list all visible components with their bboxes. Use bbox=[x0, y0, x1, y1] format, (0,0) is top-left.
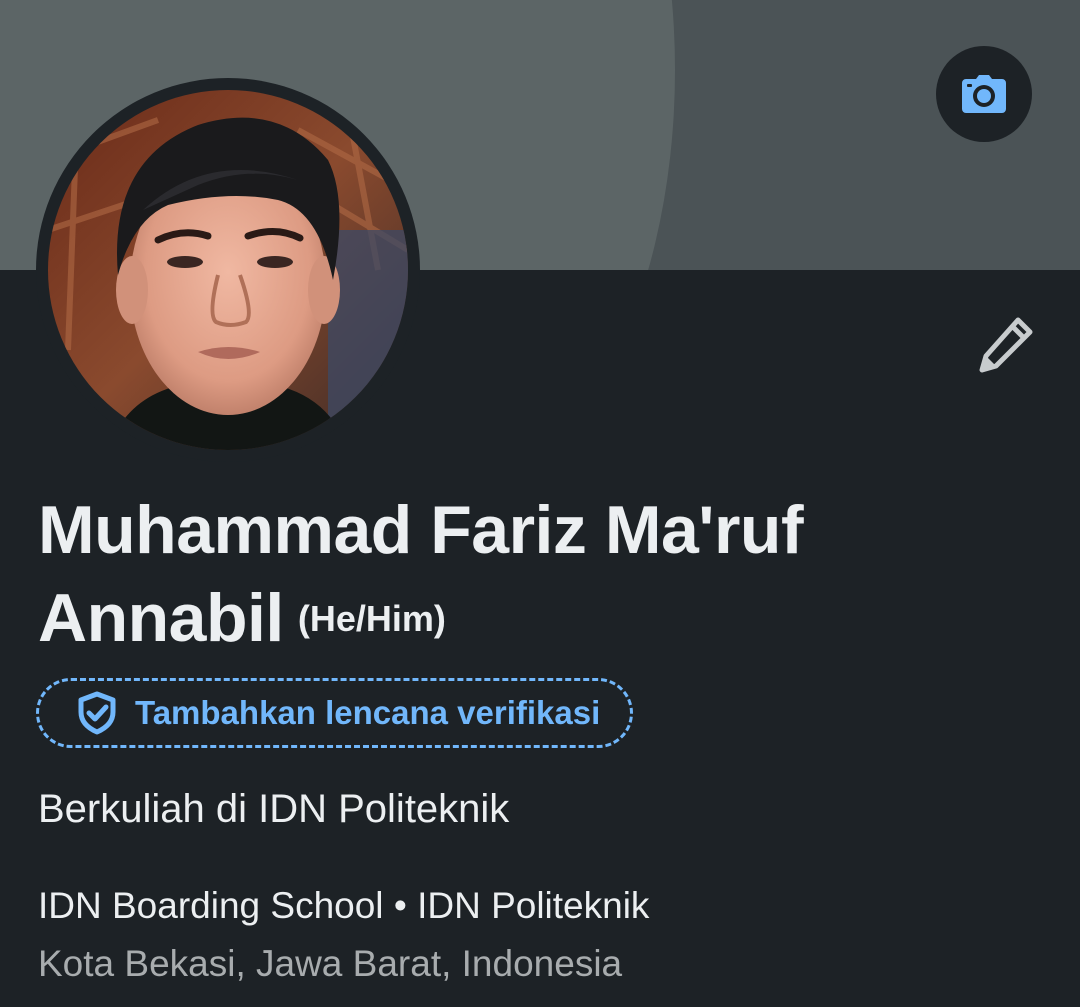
camera-icon bbox=[962, 75, 1006, 113]
profile-name-line1: Muhammad Fariz Ma'ruf bbox=[38, 492, 804, 568]
profile-location: Kota Bekasi, Jawa Barat, Indonesia bbox=[38, 943, 623, 984]
education-line: IDN Boarding School • IDN Politeknik bbox=[38, 882, 649, 930]
verify-badge-label: Tambahkan lencana verifikasi bbox=[135, 694, 601, 731]
education-item-1[interactable]: IDN Boarding School bbox=[38, 885, 384, 926]
profile-name: Muhammad Fariz Ma'ruf Annabil (He/Him) bbox=[38, 486, 1038, 663]
education-separator: • bbox=[393, 885, 407, 926]
pencil-icon bbox=[979, 317, 1033, 373]
profile-name-line2-text: Annabil bbox=[38, 580, 284, 656]
education-item-2[interactable]: IDN Politeknik bbox=[417, 885, 649, 926]
profile-page: Muhammad Fariz Ma'ruf Annabil (He/Him) Ta… bbox=[0, 0, 1080, 1007]
edit-cover-photo-button[interactable] bbox=[936, 46, 1032, 142]
profile-avatar[interactable] bbox=[48, 90, 408, 450]
add-verification-badge-button[interactable]: Tambahkan lencana verifikasi bbox=[36, 678, 634, 748]
profile-headline: Berkuliah di IDN Politeknik bbox=[38, 787, 510, 831]
profile-name-line2: Annabil (He/Him) bbox=[38, 574, 1038, 663]
profile-photo bbox=[48, 90, 408, 450]
edit-profile-button[interactable] bbox=[966, 304, 1046, 384]
shield-check-icon bbox=[78, 691, 116, 735]
cover-shape-dark bbox=[742, 0, 1080, 270]
pronouns: (He/Him) bbox=[297, 598, 446, 639]
